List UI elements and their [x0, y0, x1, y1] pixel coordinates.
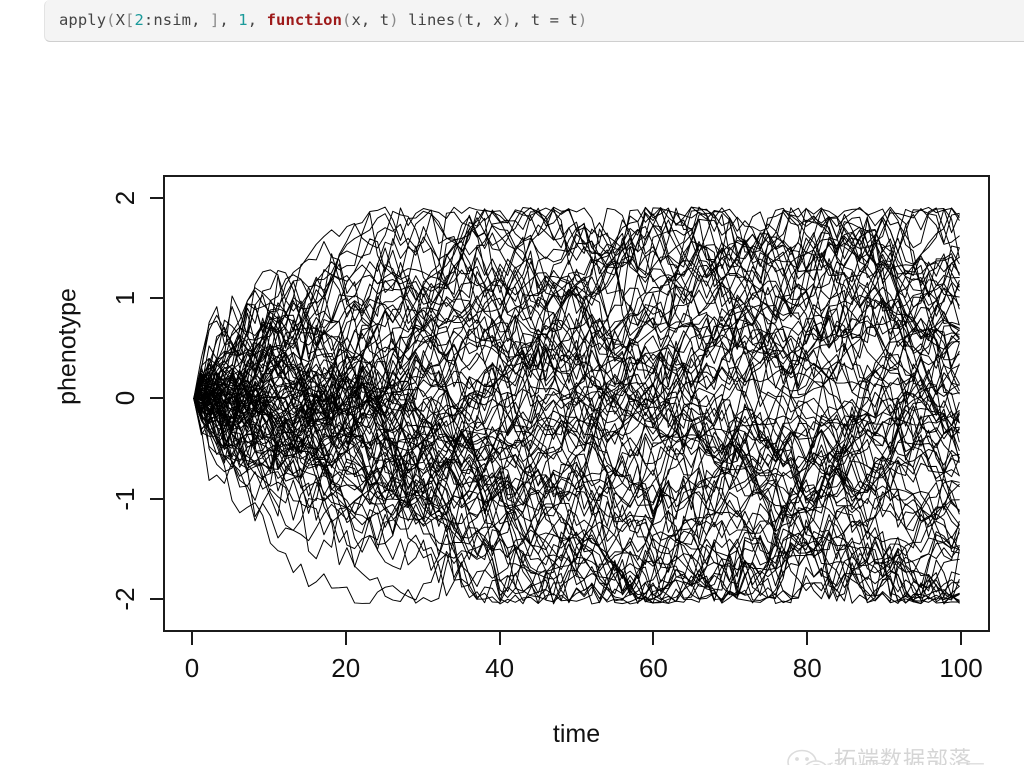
code-token-4: 2: [134, 10, 144, 29]
wechat-icon: [787, 749, 827, 765]
code-line: apply(X[2:nsim, ], 1, function(x, t) lin…: [59, 10, 588, 29]
watermark-text: 拓端数据部落 @稀土掘金技术社区: [806, 747, 1016, 765]
code-token-14: lines: [398, 10, 456, 29]
x-tick-3: [652, 632, 655, 645]
screenshot-root: apply(X[2:nsim, ], 1, function(x, t) lin…: [0, 0, 1024, 765]
x-tick-0: [190, 632, 193, 645]
code-token-2: X: [115, 10, 126, 29]
y-tick-4: [150, 597, 163, 600]
watermark: 拓端数据部落 @稀土掘金技术社区: [786, 748, 1016, 765]
y-axis-label: phenotype: [53, 288, 82, 405]
x-tick-label-3: 60: [638, 653, 668, 683]
x-tick-label-1: 20: [331, 653, 361, 683]
y-tick-label-1: 1: [110, 291, 140, 306]
y-tick-2: [150, 397, 163, 400]
y-tick-3: [150, 497, 163, 500]
code-token-1: (: [106, 10, 116, 29]
y-tick-label-0: 2: [110, 191, 140, 206]
watermark-title: 拓端数据部落: [834, 747, 973, 765]
code-token-0: apply: [59, 10, 107, 29]
x-tick-5: [960, 632, 963, 645]
code-token-6: ]: [209, 10, 220, 29]
x-tick-1: [344, 632, 347, 645]
code-token-16: t, x: [464, 10, 503, 29]
y-tick-label-4: -2: [110, 587, 140, 611]
code-token-9: ,: [247, 10, 267, 29]
plot-figure: phenotype time 2 1 0 -1 -2 0 20 40 60 80 100: [0, 42, 1024, 765]
code-token-7: ,: [219, 10, 239, 29]
x-tick-label-4: 80: [792, 653, 822, 683]
code-token-19: ): [577, 10, 588, 29]
code-block[interactable]: apply(X[2:nsim, ], 1, function(x, t) lin…: [44, 0, 1024, 42]
x-tick-label-5: 100: [939, 653, 983, 683]
code-token-5: :nsim,: [143, 10, 210, 29]
code-token-10: function: [266, 10, 343, 29]
x-axis-label: time: [552, 720, 601, 748]
y-tick-label-3: -1: [110, 487, 140, 511]
y-tick-label-2: 0: [110, 391, 140, 406]
code-token-13: ): [389, 10, 399, 29]
x-tick-2: [498, 632, 501, 645]
x-tick-label-0: 0: [184, 653, 200, 683]
plot-panel: [163, 175, 990, 632]
code-token-8: 1: [238, 10, 248, 29]
code-token-17: ): [502, 10, 512, 29]
code-token-18: , t = t: [511, 10, 578, 29]
y-tick-1: [150, 297, 163, 300]
code-token-15: (: [455, 10, 465, 29]
x-tick-4: [806, 632, 809, 645]
x-tick-label-2: 40: [485, 653, 515, 683]
code-token-12: x, t: [351, 10, 390, 29]
y-tick-0: [150, 197, 163, 200]
random-walk-lines: [193, 206, 960, 605]
